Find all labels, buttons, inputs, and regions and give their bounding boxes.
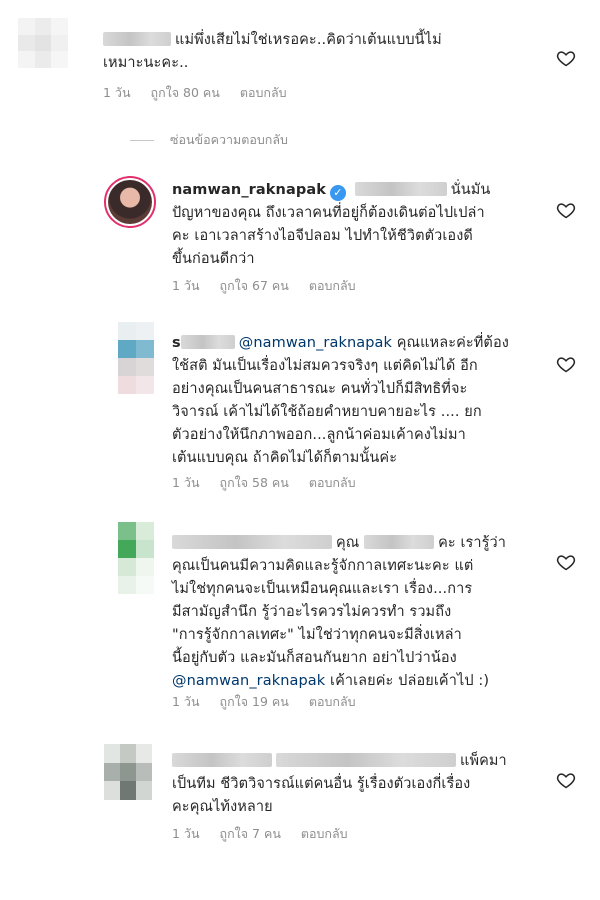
hide-replies-toggle[interactable]: ซ่อนข้อความตอบกลับ: [130, 130, 288, 150]
heart-outline-icon[interactable]: [556, 770, 576, 790]
reply-button[interactable]: ตอบกลับ: [309, 473, 356, 493]
comment-meta: 1 วัน ถูกใจ 58 คน ตอบกลับ: [172, 473, 356, 493]
heart-outline-icon[interactable]: [556, 552, 576, 572]
hide-replies-label: ซ่อนข้อความตอบกลับ: [170, 132, 288, 147]
heart-outline-icon[interactable]: [556, 354, 576, 374]
blurred-mention[interactable]: [364, 535, 435, 549]
like-count[interactable]: ถูกใจ 19 คน: [220, 692, 289, 712]
comment-time: 1 วัน: [103, 85, 131, 100]
avatar-blurred[interactable]: [18, 18, 68, 68]
blurred-username[interactable]: [172, 535, 332, 549]
reply-button[interactable]: ตอบกลับ: [309, 276, 356, 296]
blurred-username[interactable]: [103, 32, 171, 46]
comment-meta: 1 วัน ถูกใจ 7 คน ตอบกลับ: [172, 824, 348, 844]
divider: [130, 139, 154, 141]
comment-text: s @namwan_raknapak คุณแหละค่ะที่ต้อง ใช้ส…: [172, 335, 509, 466]
comment-text: แพ็คมา เป็นทีม ชีวิตวิจารณ์แต่คนอื่น รู้…: [172, 753, 507, 815]
comment-time: 1 วัน: [172, 278, 200, 293]
comment-text: แม่พึ่งเสียไม่ใช่เหรอคะ..คิดว่าเต้นแบบนี…: [103, 32, 442, 71]
reply-button[interactable]: ตอบกลับ: [309, 692, 356, 712]
heart-outline-icon[interactable]: [556, 48, 576, 68]
blurred-mention[interactable]: [354, 182, 447, 196]
heart-outline-icon[interactable]: [556, 200, 576, 220]
mention-link[interactable]: @namwan_raknapak: [172, 673, 325, 689]
reply-button[interactable]: ตอบกลับ: [240, 83, 287, 103]
like-count[interactable]: ถูกใจ 67 คน: [220, 276, 289, 296]
blurred-username[interactable]: [172, 753, 272, 767]
verified-badge-icon: ✓: [329, 185, 346, 201]
mention-link[interactable]: @namwan_raknapak: [239, 335, 392, 351]
reply-button[interactable]: ตอบกลับ: [301, 824, 348, 844]
avatar-blurred[interactable]: [118, 522, 154, 594]
username[interactable]: s: [172, 335, 181, 351]
like-count[interactable]: ถูกใจ 80 คน: [151, 83, 220, 103]
comment-time: 1 วัน: [172, 826, 200, 841]
blurred-mention[interactable]: [276, 753, 456, 767]
avatar[interactable]: [108, 180, 152, 224]
blurred-username[interactable]: [180, 335, 235, 349]
comment-meta: 1 วัน ถูกใจ 19 คน ตอบกลับ: [172, 692, 356, 712]
comment-text: คุณ คะ เรารู้ว่า คุณเป็นคนมีความคิดและรู…: [172, 535, 507, 689]
avatar-blurred[interactable]: [118, 322, 154, 394]
avatar-blurred[interactable]: [104, 744, 152, 800]
username[interactable]: namwan_raknapak: [172, 182, 326, 198]
comment-time: 1 วัน: [172, 694, 200, 709]
like-count[interactable]: ถูกใจ 58 คน: [220, 473, 289, 493]
comment-time: 1 วัน: [172, 475, 200, 490]
comment-meta: 1 วัน ถูกใจ 67 คน ตอบกลับ: [172, 276, 356, 296]
comment-text: namwan_raknapak ✓ นั่นมัน ปัญหาของคุณ ถึง…: [172, 182, 491, 267]
like-count[interactable]: ถูกใจ 7 คน: [220, 824, 281, 844]
comment-meta: 1 วัน ถูกใจ 80 คน ตอบกลับ: [103, 83, 287, 103]
